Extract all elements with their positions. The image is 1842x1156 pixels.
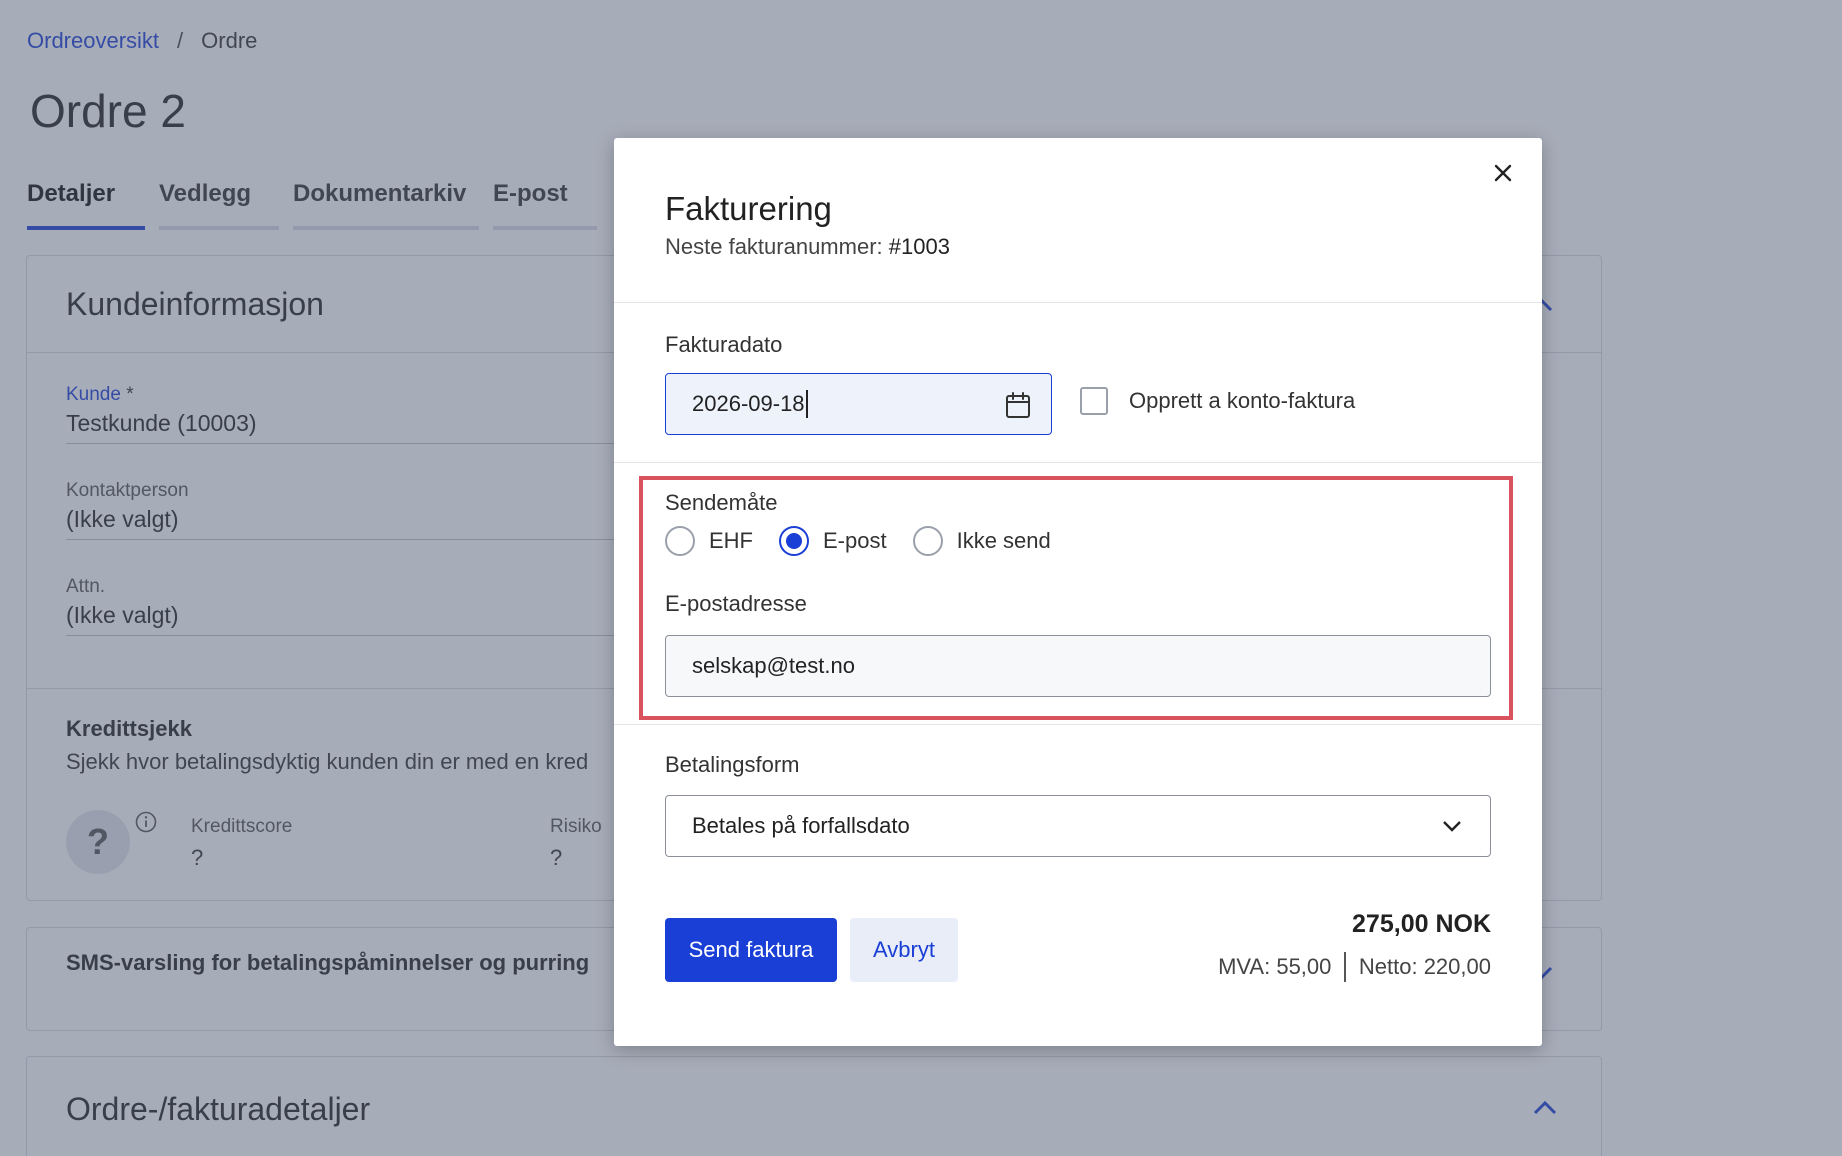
next-invoice-value: #1003	[888, 234, 950, 259]
invoicing-modal: Fakturering Neste fakturanummer: #1003 F…	[614, 138, 1542, 1046]
send-method-option-ehf[interactable]: EHF	[665, 526, 753, 556]
text-caret	[805, 390, 808, 418]
invoice-date-input[interactable]: 2026-09-18	[665, 373, 1052, 435]
email-address-label: E-postadresse	[665, 591, 807, 616]
send-method-option-none[interactable]: Ikke send	[912, 526, 1051, 556]
email-address-value: selskap@test.no	[692, 653, 855, 678]
payment-method-value: Betales på forfallsdato	[692, 813, 910, 838]
divider	[1344, 952, 1346, 982]
send-invoice-button[interactable]: Send faktura	[665, 918, 837, 982]
radio-email-label[interactable]: E-post	[823, 528, 887, 554]
divider	[614, 462, 1542, 463]
totals-breakdown: MVA: 55,00 Netto: 220,00	[1218, 952, 1491, 982]
email-address-input[interactable]: selskap@test.no	[665, 635, 1491, 697]
send-method-option-email[interactable]: E-post	[779, 526, 887, 556]
invoice-total: 275,00 NOK	[1352, 910, 1491, 938]
aconto-checkbox[interactable]	[1080, 387, 1108, 415]
send-method-radio-group: EHF E-post Ikke send	[665, 526, 1077, 556]
invoice-date-label: Fakturadato	[665, 332, 783, 357]
net-amount: Netto: 220,00	[1358, 954, 1491, 979]
chevron-down-icon	[1443, 821, 1461, 832]
invoice-date-value: 2026-09-18	[692, 391, 805, 416]
radio-ehf-label[interactable]: EHF	[709, 528, 753, 554]
modal-title: Fakturering	[665, 190, 832, 227]
next-invoice-label: Neste fakturanummer:	[665, 234, 883, 259]
radio-do-not-send-label[interactable]: Ikke send	[957, 528, 1051, 554]
next-invoice-number: Neste fakturanummer: #1003	[665, 234, 950, 260]
payment-method-label: Betalingsform	[665, 752, 800, 777]
vat-amount: MVA: 55,00	[1218, 954, 1332, 979]
cancel-button[interactable]: Avbryt	[850, 918, 958, 982]
calendar-icon[interactable]	[1005, 391, 1031, 419]
divider	[614, 724, 1542, 725]
radio-do-not-send[interactable]	[912, 526, 943, 556]
radio-ehf[interactable]	[665, 526, 695, 556]
send-method-label: Sendemåte	[665, 490, 778, 515]
close-button[interactable]	[1488, 158, 1518, 188]
aconto-label[interactable]: Opprett a konto-faktura	[1129, 388, 1355, 414]
radio-email[interactable]	[779, 526, 809, 556]
close-icon	[1494, 164, 1512, 182]
payment-method-select[interactable]: Betales på forfallsdato	[665, 795, 1491, 857]
divider	[614, 302, 1542, 303]
